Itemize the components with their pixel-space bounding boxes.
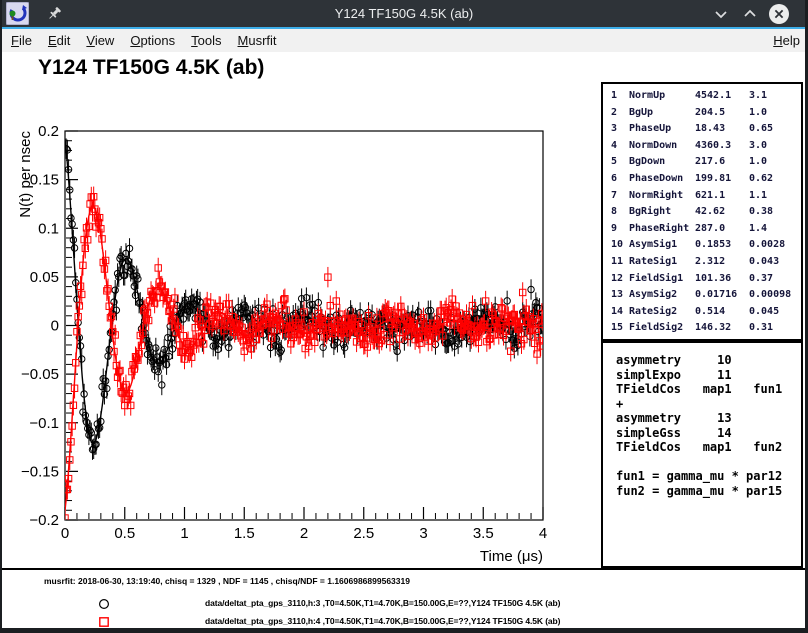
parameter-row: 14RateSig20.5140.045	[611, 304, 801, 321]
parameter-row: 1NormUp4542.13.1	[611, 88, 801, 105]
parameter-row: 15FieldSig2146.320.31	[611, 320, 801, 337]
menu-item-options[interactable]: Options	[122, 33, 183, 48]
legend-label: data/deltat_pta_gps_3110,h:3 ,T0=4.50K,T…	[205, 598, 560, 608]
menu-item-file[interactable]: File	[3, 33, 40, 48]
parameter-row: 13AsymSig20.017160.00098	[611, 287, 801, 304]
minimize-button[interactable]	[710, 3, 732, 25]
y-tick-label: 0.15	[30, 172, 59, 189]
window-border-bottom	[0, 628, 808, 633]
y-tick-label: −0.1	[29, 415, 59, 432]
parameter-row: 4NormDown4360.33.0	[611, 138, 801, 155]
menu-item-help[interactable]: Help	[765, 33, 808, 48]
fit-parameters-panel[interactable]: 1NormUp4542.13.12BgUp204.51.03PhaseUp18.…	[601, 82, 803, 341]
titlebar[interactable]: Y124 TF150G 4.5K (ab)	[0, 0, 808, 27]
y-tick-label: 0.2	[38, 123, 59, 140]
x-tick-label: 1.5	[234, 525, 255, 542]
legend-open-circle-icon	[98, 598, 110, 610]
x-tick-label: 2.5	[353, 525, 374, 542]
x-axis-title: Time (μs)	[480, 548, 543, 565]
parameters-list: 1NormUp4542.13.12BgUp204.51.03PhaseUp18.…	[603, 84, 801, 337]
plot-canvas-area: Y124 TF150G 4.5K (ab) −0.2−0.15−0.1−0.05…	[0, 52, 808, 568]
theory-text: asymmetry 10 simplExpo 11 TFieldCos map1…	[616, 353, 801, 498]
window-border-left	[0, 0, 2, 633]
parameter-row: 7NormRight621.11.1	[611, 188, 801, 205]
y-tick-label: 0.05	[30, 269, 59, 286]
close-button[interactable]	[768, 3, 790, 25]
data-series	[62, 114, 546, 460]
theory-panel[interactable]: asymmetry 10 simplExpo 11 TFieldCos map1…	[601, 341, 803, 568]
parameter-row: 9PhaseRight287.01.4	[611, 221, 801, 238]
parameter-row: 10AsymSig10.18530.0028	[611, 237, 801, 254]
y-tick-label: −0.15	[21, 463, 59, 480]
application-window: Y124 TF150G 4.5K (ab) FileEditViewOption…	[0, 0, 808, 633]
x-tick-label: 1	[180, 525, 188, 542]
y-axis-title: N(t) per nsec	[17, 131, 34, 218]
legend-label: data/deltat_pta_gps_3110,h:4 ,T0=4.50K,T…	[205, 616, 560, 626]
x-tick-label: 0.5	[114, 525, 135, 542]
window-title: Y124 TF150G 4.5K (ab)	[0, 0, 808, 27]
menu-item-musrfit[interactable]: Musrfit	[230, 33, 285, 48]
x-tick-label: 2	[300, 525, 308, 542]
y-tick-label: −0.2	[29, 512, 59, 529]
parameter-row: 12FieldSig1101.360.37	[611, 271, 801, 288]
parameter-row: 5BgDown217.61.0	[611, 154, 801, 171]
legend-item: data/deltat_pta_gps_3110,h:3 ,T0=4.50K,T…	[0, 596, 808, 614]
fit-curve	[65, 207, 543, 511]
maximize-button[interactable]	[739, 3, 761, 25]
menu-item-tools[interactable]: Tools	[183, 33, 229, 48]
parameter-row: 3PhaseUp18.430.65	[611, 121, 801, 138]
legend-open-square-icon	[98, 616, 110, 628]
parameter-row: 2BgUp204.51.0	[611, 105, 801, 122]
menu-item-edit[interactable]: Edit	[40, 33, 78, 48]
parameter-row: 6PhaseDown199.810.62	[611, 171, 801, 188]
x-tick-label: 3	[419, 525, 427, 542]
parameter-row: 8BgRight42.620.38	[611, 204, 801, 221]
parameter-row: 11RateSig12.3120.043	[611, 254, 801, 271]
menubar: FileEditViewOptionsToolsMusrfit Help	[0, 29, 808, 53]
plot-svg[interactable]: −0.2 −0.15 −0.1 −0.05 0 0.05 0.1 0.15 0.2 0 0.5 1 1.…	[0, 52, 600, 568]
data-series	[62, 187, 546, 529]
y-tick-label: −0.05	[21, 366, 59, 383]
x-tick-label: 3.5	[473, 525, 494, 542]
menubar-items: FileEditViewOptionsToolsMusrfit	[0, 33, 285, 48]
y-tick-label: 0	[51, 318, 59, 335]
fit-status-text: musrfit: 2018-06-30, 13:19:40, chisq = 1…	[44, 576, 410, 586]
x-tick-label: 0	[61, 525, 69, 542]
fit-curve	[65, 139, 543, 444]
status-area: musrfit: 2018-06-30, 13:19:40, chisq = 1…	[0, 568, 808, 628]
menu-item-view[interactable]: View	[78, 33, 122, 48]
x-tick-label: 4	[539, 525, 547, 542]
y-tick-label: 0.1	[38, 220, 59, 237]
